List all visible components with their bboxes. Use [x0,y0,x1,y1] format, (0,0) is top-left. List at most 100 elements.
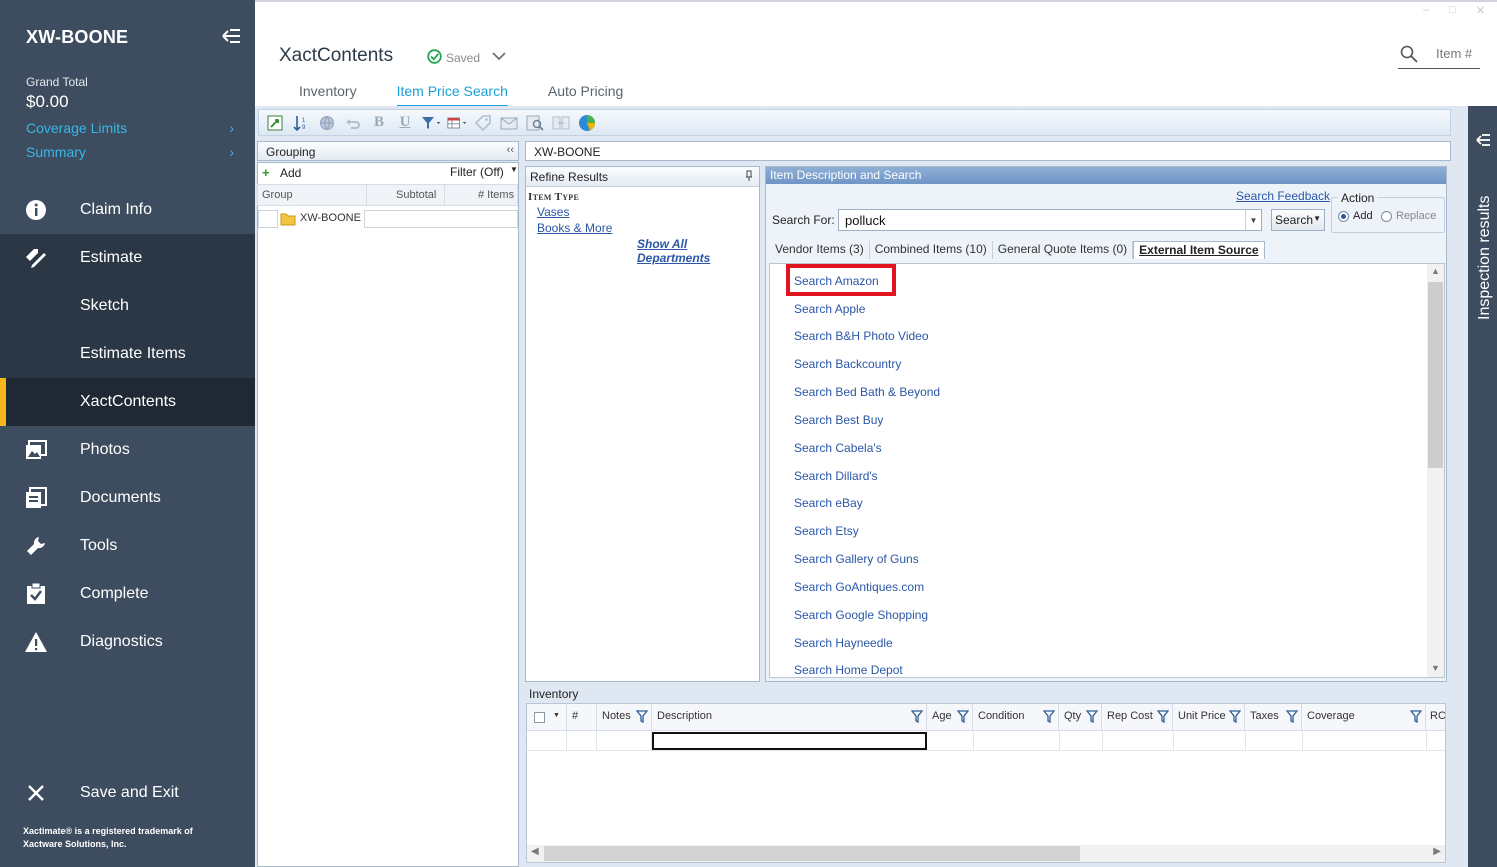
select-all-checkbox[interactable] [534,712,545,723]
external-source-link[interactable]: Search Gallery of Guns [794,552,919,566]
expand-panel-icon[interactable] [1475,132,1491,151]
table-row[interactable] [527,731,1445,751]
col-notes[interactable]: Notes [597,704,652,731]
col-number[interactable]: # [567,704,597,731]
column-filter-icon[interactable] [635,710,649,726]
search-history-dropdown-icon[interactable]: ▼ [1245,210,1261,230]
external-source-link[interactable]: Search B&H Photo Video [794,329,929,343]
col-rc[interactable]: RC [1426,704,1445,731]
sort-icon[interactable]: 19 [291,114,311,132]
external-source-link[interactable]: Search eBay [794,496,863,510]
tab-item-price-search[interactable]: Item Price Search [396,83,508,107]
subtab-external-item-source[interactable]: External Item Source [1133,241,1265,259]
external-source-link[interactable]: Search GoAntiques.com [794,580,924,594]
column-filter-icon[interactable] [910,710,924,726]
nav-estimate[interactable]: Estimate [0,234,255,282]
chevron-down-icon[interactable] [492,50,506,64]
underline-icon[interactable]: U [395,114,415,132]
refine-link-books[interactable]: Books & More [537,221,612,235]
external-source-link[interactable]: Search Backcountry [794,357,901,371]
column-filter-icon[interactable] [1085,710,1099,726]
show-all-departments-link[interactable]: Show All Departments [637,237,759,265]
subtab-general-quote-items[interactable]: General Quote Items (0) [993,241,1134,259]
column-filter-icon[interactable] [1042,710,1056,726]
col-rep-cost[interactable]: Rep Cost [1102,704,1173,731]
row-selector[interactable] [258,210,278,228]
vertical-scrollbar[interactable]: ▲ ▼ [1427,264,1444,677]
col-group[interactable]: Group [262,189,293,201]
maximize-icon[interactable]: □ [1449,4,1456,17]
scroll-down-icon[interactable]: ▼ [1427,663,1444,677]
preview-icon[interactable] [525,114,545,132]
col-age[interactable]: Age [927,704,973,731]
filter-dropdown-icon[interactable]: ▼ [510,165,518,174]
external-source-link[interactable]: Search Dillard's [794,469,878,483]
column-filter-icon[interactable] [1409,710,1423,726]
external-source-link[interactable]: Search Home Depot [794,663,903,677]
search-for-input[interactable]: polluck ▼ [838,209,1262,231]
filter-icon[interactable] [421,114,441,132]
col-items[interactable]: # Items [478,189,514,201]
nav-complete[interactable]: Complete [0,570,255,618]
inspection-results-panel[interactable]: Inspection results [1468,106,1497,867]
external-source-link[interactable]: Search Cabela's [794,441,882,455]
tab-auto-pricing[interactable]: Auto Pricing [548,83,623,107]
pie-chart-icon[interactable] [577,114,597,132]
coverage-limits-link[interactable]: Coverage Limits › [26,120,238,136]
external-source-link[interactable]: Search Amazon [794,274,879,288]
chevron-down-icon[interactable]: ▼ [553,712,560,719]
filter-toggle[interactable]: Filter (Off) [450,165,504,179]
minimize-icon[interactable]: – [1423,4,1429,17]
external-source-link[interactable]: Search Etsy [794,524,859,538]
external-source-link[interactable]: Search Best Buy [794,413,883,427]
action-add-radio[interactable]: Add [1338,210,1373,222]
external-source-link[interactable]: Search Bed Bath & Beyond [794,385,940,399]
external-source-link[interactable]: Search Hayneedle [794,636,893,650]
nav-tools[interactable]: Tools [0,522,255,570]
col-subtotal[interactable]: Subtotal [396,189,436,201]
columns-icon[interactable] [447,114,467,132]
nav-sketch[interactable]: Sketch [0,282,255,330]
nav-claim-info[interactable]: Claim Info [0,186,255,234]
subtab-vendor-items[interactable]: Vendor Items (3) [770,241,870,259]
horizontal-scrollbar[interactable]: ◀ ▶ [527,845,1445,862]
col-unit-price[interactable]: Unit Price [1173,704,1245,731]
nav-diagnostics[interactable]: Diagnostics [0,618,255,666]
split-icon[interactable] [551,114,571,132]
scroll-up-icon[interactable]: ▲ [1427,266,1444,280]
nav-documents[interactable]: Documents [0,474,255,522]
item-number-search[interactable]: Item # [1398,43,1480,69]
column-filter-icon[interactable] [1285,710,1299,726]
bold-icon[interactable]: B [369,114,389,132]
summary-link[interactable]: Summary › [26,144,238,160]
tab-inventory[interactable]: Inventory [299,83,357,107]
nav-estimate-items[interactable]: Estimate Items [0,330,255,378]
nav-photos[interactable]: Photos [0,426,255,474]
nav-xactcontents[interactable]: XactContents [0,378,255,426]
search-feedback-link[interactable]: Search Feedback [1236,189,1330,203]
external-source-link[interactable]: Search Google Shopping [794,608,928,622]
description-edit-cell[interactable] [652,732,927,750]
scroll-right-icon[interactable]: ▶ [1433,846,1441,857]
close-window-icon[interactable]: ✕ [1476,4,1485,17]
pin-icon[interactable] [745,170,753,185]
scroll-thumb[interactable] [544,846,1080,861]
undo-icon[interactable] [343,114,363,132]
add-group-button[interactable]: Add [280,166,301,180]
subtab-combined-items[interactable]: Combined Items (10) [870,241,993,259]
add-icon[interactable]: + [262,165,270,180]
email-icon[interactable] [499,114,519,132]
collapse-panel-icon[interactable]: ‹‹ [507,144,514,156]
external-source-link[interactable]: Search Apple [794,302,865,316]
col-qty[interactable]: Qty [1059,704,1102,731]
col-description[interactable]: Description [652,704,927,731]
export-excel-icon[interactable] [265,114,285,132]
scroll-thumb[interactable] [1428,282,1443,468]
search-button[interactable]: Search ▼ [1271,209,1325,231]
action-replace-radio[interactable]: Replace [1381,210,1436,222]
tag-icon[interactable] [473,114,493,132]
col-condition[interactable]: Condition [973,704,1059,731]
scroll-left-icon[interactable]: ◀ [531,846,539,857]
search-options-dropdown-icon[interactable]: ▼ [1313,214,1321,223]
column-filter-icon[interactable] [956,710,970,726]
